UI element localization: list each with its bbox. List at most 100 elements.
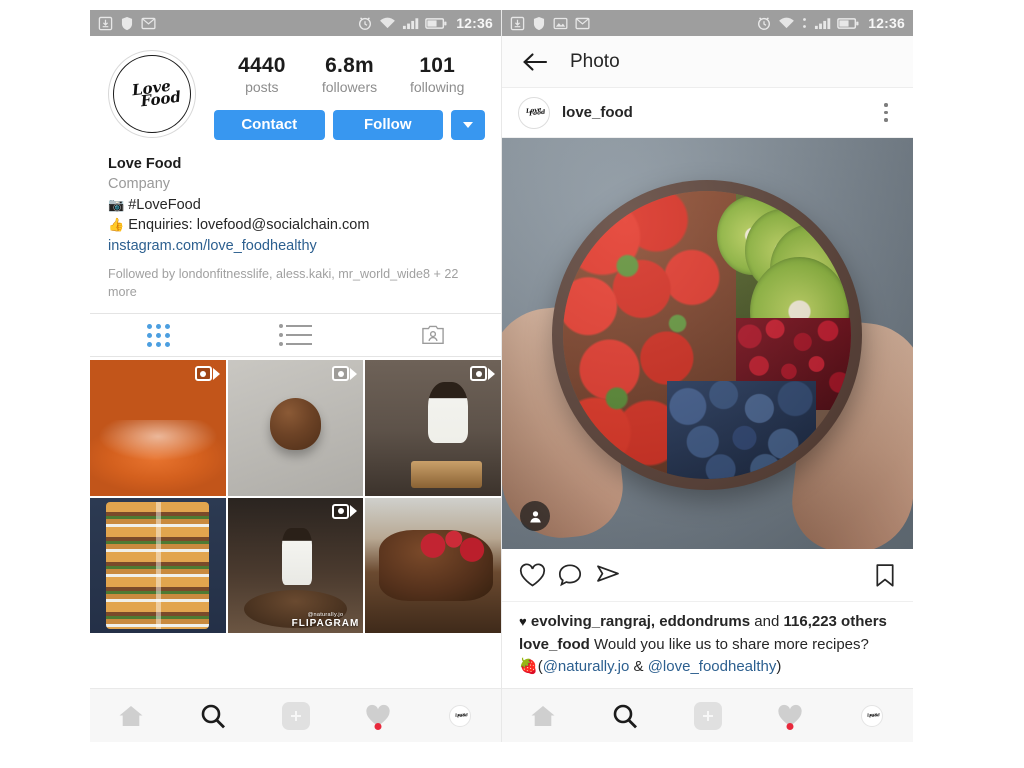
multi-post-icon	[332, 366, 358, 382]
bio-display-name: Love Food	[108, 155, 182, 172]
nav-search[interactable]	[584, 689, 666, 742]
alarm-icon	[359, 17, 372, 30]
bio-website-link[interactable]: instagram.com/love_foodhealthy	[108, 236, 483, 257]
stat-following-label: following	[409, 79, 465, 96]
chevron-down-icon	[463, 121, 473, 128]
download-icon	[98, 16, 113, 30]
notification-badge	[786, 723, 794, 730]
bio-enquiries-text: Enquiries: lovefood@socialchain.com	[128, 217, 370, 234]
heart-icon	[519, 562, 546, 587]
share-button[interactable]	[595, 563, 633, 588]
post-burger-stack[interactable]	[90, 497, 226, 634]
gmail-icon	[141, 17, 156, 29]
likes-count[interactable]: 116,223 others	[784, 613, 887, 630]
sidebar-item-grid-view[interactable]	[90, 314, 227, 356]
post-thumbnail	[365, 497, 501, 634]
stat-followers-label: followers	[321, 79, 378, 96]
profile-avatar[interactable]: Love Food	[108, 50, 196, 138]
status-bar-right: 12:36	[502, 10, 913, 36]
post-cheesecake-cafe[interactable]	[90, 360, 226, 496]
notification-badge	[374, 723, 382, 730]
tagged-people-badge[interactable]	[520, 501, 550, 531]
sidebar-item-tagged-view[interactable]	[364, 314, 501, 356]
post-thumbnail	[90, 497, 226, 634]
phone-left-profile-screen: 12:36 Love Food 4440 posts 6.8m follower…	[90, 10, 502, 742]
like-button[interactable]	[519, 562, 557, 588]
camera-emoji-icon: 📷	[108, 196, 125, 212]
signal-icon	[815, 18, 831, 30]
post-caption-area: ♥ evolving_rangraj, eddondrums and 116,2…	[502, 601, 913, 679]
nav-add[interactable]	[666, 689, 748, 742]
status-bar-time-left: 12:36	[456, 15, 493, 31]
credit-ampersand: &	[633, 658, 644, 675]
back-arrow-icon	[523, 52, 548, 71]
nav-home[interactable]	[502, 689, 584, 742]
grid-icon	[147, 323, 170, 347]
save-button[interactable]	[874, 563, 896, 588]
likes-conjunction: and	[754, 613, 780, 630]
avatar-icon: Love Food	[860, 704, 883, 727]
watermark-label: FLIPAGRAM	[291, 618, 360, 630]
multi-post-icon	[470, 366, 495, 382]
comment-button[interactable]	[557, 563, 595, 588]
likes-user-1[interactable]: evolving_rangraj,	[531, 613, 655, 630]
followed-by-text[interactable]: Followed by londonfitnesslife, aless.kak…	[90, 259, 501, 302]
nav-activity[interactable]	[749, 689, 831, 742]
plus-icon	[281, 701, 310, 730]
status-bar-left: 12:36	[90, 10, 501, 36]
sidebar-item-list-view[interactable]	[227, 314, 364, 356]
post-author-avatar[interactable]: Love Food	[518, 96, 550, 129]
plus-icon	[693, 701, 722, 730]
profile-action-buttons: Contact Follow	[214, 109, 485, 140]
shield-icon	[121, 16, 133, 30]
strawberry-emoji-icon: 🍓	[519, 658, 538, 675]
photos-icon	[553, 17, 568, 29]
download-icon	[510, 16, 525, 30]
battery-icon	[425, 17, 447, 29]
likes-summary: ♥ evolving_rangraj, eddondrums and 116,2…	[519, 611, 896, 634]
post-photo[interactable]	[502, 138, 913, 549]
nav-profile[interactable]: Love Food	[419, 689, 501, 742]
caption-username[interactable]: love_food	[519, 636, 590, 653]
nav-home[interactable]	[90, 689, 172, 742]
stat-posts[interactable]: 4440 posts	[218, 54, 306, 98]
signal-icon	[403, 18, 419, 30]
nav-add[interactable]	[254, 689, 336, 742]
post-header: Love Food love_food	[502, 88, 913, 138]
bio-hashtag-text: #LoveFood	[128, 196, 201, 213]
follow-button[interactable]: Follow	[332, 109, 443, 140]
stat-posts-label: posts	[245, 79, 279, 96]
wifi-icon	[779, 17, 795, 29]
alarm-icon	[758, 17, 771, 30]
post-flipagram-video[interactable]: @naturally.jo FLIPAGRAM	[227, 497, 364, 634]
likes-user-2[interactable]: eddondrums	[659, 613, 750, 630]
back-button[interactable]	[520, 47, 550, 77]
post-caption: love_food Would you like us to share mor…	[519, 634, 896, 657]
stat-posts-value: 4440	[238, 54, 286, 77]
nav-profile[interactable]: Love Food	[831, 689, 913, 742]
photo-vignette	[502, 138, 913, 549]
nav-search[interactable]	[172, 689, 254, 742]
bottom-nav-left: Love Food	[90, 688, 501, 742]
shield-icon	[533, 16, 545, 30]
more-options-button[interactable]	[451, 109, 485, 140]
search-icon	[201, 704, 226, 728]
post-chocolate-raspberry[interactable]	[365, 497, 501, 634]
post-author-username[interactable]: love_food	[562, 104, 875, 121]
stat-following[interactable]: 101 following	[393, 54, 481, 98]
wifi-icon	[380, 17, 396, 29]
battery-icon	[837, 17, 859, 29]
love-food-logo: Love Food	[122, 76, 182, 111]
gmail-icon	[575, 17, 590, 29]
post-chocolate-dome[interactable]	[227, 360, 364, 496]
mention-naturally-jo[interactable]: @naturally.jo	[543, 658, 630, 675]
profile-stats-and-actions: 4440 posts 6.8m followers 101 following …	[196, 50, 485, 140]
contact-button[interactable]: Contact	[214, 109, 325, 140]
post-chef-slicing[interactable]	[365, 360, 501, 496]
stat-followers[interactable]: 6.8m followers	[306, 54, 394, 98]
nav-activity[interactable]	[337, 689, 419, 742]
kebab-menu-icon[interactable]	[875, 103, 897, 122]
profile-stats: 4440 posts 6.8m followers 101 following	[214, 50, 485, 98]
profile-header: Love Food 4440 posts 6.8m followers 101 …	[90, 36, 501, 146]
mention-love-foodhealthy[interactable]: @love_foodhealthy	[648, 658, 777, 675]
